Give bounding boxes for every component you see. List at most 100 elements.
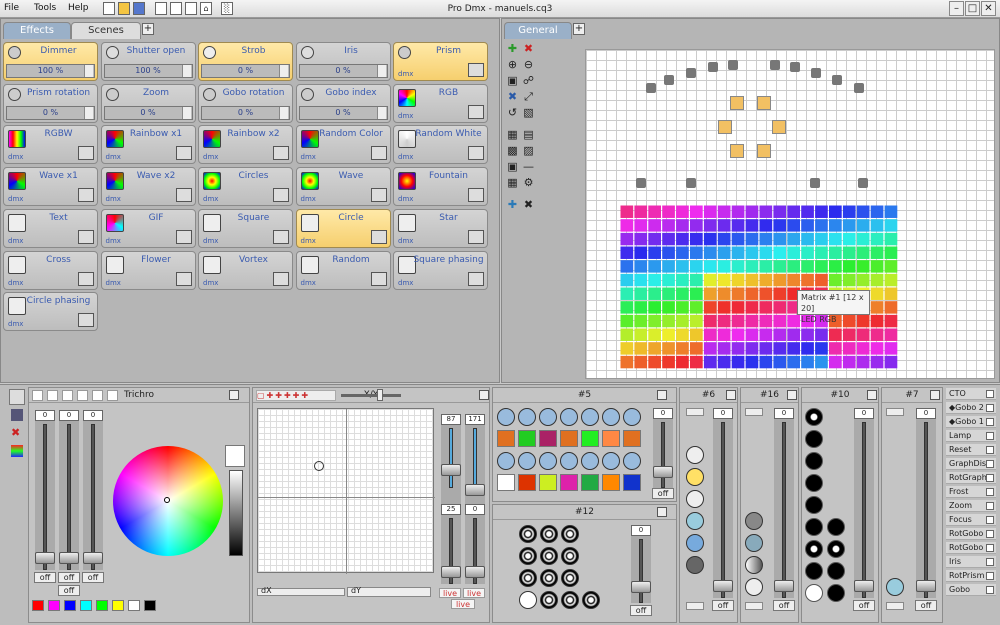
moving-head-fixture[interactable] bbox=[770, 60, 780, 70]
effect-level-bar[interactable]: 100 % bbox=[103, 64, 193, 78]
gobo-icon[interactable] bbox=[805, 408, 823, 426]
close-button[interactable]: ✕ bbox=[981, 1, 996, 16]
color-swatch[interactable] bbox=[581, 474, 599, 491]
gobo2-fader[interactable]: 0 bbox=[854, 408, 874, 598]
effect-level-bar[interactable]: 0 % bbox=[201, 105, 290, 120]
channel-checkbox[interactable] bbox=[986, 572, 994, 580]
effect-card[interactable]: Text dmx bbox=[3, 208, 98, 248]
effect-level-knob[interactable] bbox=[181, 65, 191, 77]
channel-item[interactable]: Lamp bbox=[946, 430, 996, 442]
wheel-cursor[interactable] bbox=[164, 497, 170, 503]
stage-canvas[interactable]: Matrix #1 [12 x 20] LED RGB bbox=[585, 49, 995, 379]
effect-card[interactable]: Flower dmx bbox=[100, 250, 196, 290]
effect-settings-icon[interactable] bbox=[468, 63, 484, 77]
effect-card[interactable]: Cross dmx bbox=[3, 250, 98, 290]
effect-card[interactable]: Fountain dmx bbox=[393, 167, 488, 207]
gobo-value[interactable]: 0 bbox=[631, 525, 651, 536]
channel-checkbox[interactable] bbox=[986, 404, 994, 412]
preset-slot[interactable] bbox=[77, 390, 88, 401]
matrix-icon[interactable]: ▦ bbox=[506, 177, 519, 190]
effect-level-bar[interactable]: 0 % bbox=[201, 64, 290, 78]
spot-fixture[interactable] bbox=[757, 144, 771, 158]
channel-item[interactable]: ◆Gobo 1 bbox=[946, 416, 996, 428]
brightness-slider[interactable] bbox=[229, 470, 243, 556]
xy-pad[interactable] bbox=[257, 408, 435, 574]
effect-settings-icon[interactable] bbox=[175, 188, 192, 203]
help-icon[interactable] bbox=[602, 452, 620, 470]
channel-checkbox[interactable] bbox=[986, 460, 994, 468]
gobo-icon[interactable] bbox=[582, 591, 600, 609]
effect-settings-icon[interactable] bbox=[78, 271, 94, 286]
effect-card[interactable]: Prism dmx bbox=[393, 42, 488, 81]
ungroup-icon[interactable]: ▨ bbox=[522, 145, 535, 158]
section-menu[interactable] bbox=[867, 390, 877, 400]
help-icon[interactable] bbox=[497, 408, 515, 426]
effect-card[interactable]: Square phasing dmx bbox=[393, 250, 488, 290]
preset-slot[interactable] bbox=[47, 390, 58, 401]
gobo-icon[interactable] bbox=[561, 547, 579, 565]
line-icon[interactable]: — bbox=[522, 161, 535, 174]
channel-item[interactable]: RotGobo 1 bbox=[946, 528, 996, 540]
help-icon[interactable] bbox=[539, 408, 557, 426]
effect-settings-icon[interactable] bbox=[370, 188, 387, 203]
blue-fader[interactable]: 0 bbox=[83, 410, 103, 570]
moving-head-fixture[interactable] bbox=[664, 75, 674, 85]
effect-card[interactable]: Vortex dmx bbox=[198, 250, 293, 290]
effect-level-bar[interactable]: 100 % bbox=[6, 64, 95, 78]
effect-level-knob[interactable] bbox=[84, 106, 93, 119]
channel-checkbox[interactable] bbox=[986, 488, 994, 496]
iris-fader[interactable]: 0 bbox=[916, 408, 936, 598]
color-swatch[interactable] bbox=[623, 430, 641, 447]
y-fader[interactable]: 171 0 bbox=[465, 414, 485, 584]
led-matrix[interactable] bbox=[620, 205, 898, 369]
section-menu[interactable] bbox=[657, 390, 667, 400]
xy-tool-strip[interactable]: ▢✚✚✚✚✚ bbox=[256, 390, 336, 401]
gobo-icon[interactable] bbox=[540, 569, 558, 587]
channel-checkbox[interactable] bbox=[986, 558, 994, 566]
color-fader[interactable]: 0 bbox=[653, 408, 673, 488]
effect-settings-icon[interactable] bbox=[273, 271, 289, 286]
color-swatch[interactable] bbox=[539, 474, 557, 491]
gobo-icon[interactable] bbox=[805, 540, 823, 558]
move-icon[interactable]: ✖ bbox=[506, 91, 519, 104]
green-fader[interactable]: 0 bbox=[59, 410, 79, 570]
scroll-down[interactable] bbox=[745, 602, 763, 610]
color-off-button[interactable]: off bbox=[652, 488, 674, 499]
xy-crosshair-icon[interactable] bbox=[314, 461, 324, 471]
maximize-button[interactable]: □ bbox=[965, 1, 980, 16]
moving-head-fixture[interactable] bbox=[728, 60, 738, 70]
effect-card[interactable]: Circle dmx bbox=[295, 208, 391, 248]
effect-settings-icon[interactable] bbox=[370, 146, 387, 161]
help-icon[interactable] bbox=[539, 452, 557, 470]
help-icon[interactable] bbox=[518, 452, 536, 470]
color-swatch[interactable] bbox=[539, 430, 557, 447]
color-swatch[interactable] bbox=[518, 474, 536, 491]
add-fixture-icon[interactable]: ✚ bbox=[506, 43, 519, 56]
gobo2-off-button[interactable]: off bbox=[853, 600, 875, 611]
gobo-icon[interactable] bbox=[519, 591, 537, 609]
red-fader[interactable]: 0 bbox=[35, 410, 55, 570]
channel-checkbox[interactable] bbox=[986, 418, 994, 426]
section-menu[interactable] bbox=[930, 390, 940, 400]
effect-card[interactable]: Zoom 0 % bbox=[100, 83, 196, 123]
gobo-icon[interactable] bbox=[561, 525, 579, 543]
effect-card[interactable]: RGBW dmx bbox=[3, 125, 98, 165]
shutter-open-icon[interactable] bbox=[686, 446, 704, 464]
help-icon[interactable] bbox=[623, 452, 641, 470]
effect-settings-icon[interactable] bbox=[175, 146, 192, 161]
gobo-icon[interactable] bbox=[827, 562, 845, 580]
palette-swatch[interactable] bbox=[96, 600, 108, 611]
prism-icon[interactable] bbox=[745, 512, 763, 530]
color-swatch[interactable] bbox=[602, 474, 620, 491]
channel-item[interactable]: Iris bbox=[946, 556, 996, 568]
gobo-icon[interactable] bbox=[827, 584, 845, 602]
channel-item[interactable]: Gobo bbox=[946, 584, 996, 596]
section-menu[interactable] bbox=[479, 390, 489, 400]
help-icon[interactable] bbox=[745, 534, 763, 552]
color-swatch[interactable] bbox=[497, 430, 515, 447]
zoom-out-icon[interactable]: ⊖ bbox=[522, 59, 535, 72]
effect-card[interactable]: Star dmx bbox=[393, 208, 488, 248]
moving-head-fixture[interactable] bbox=[810, 178, 820, 188]
channel-item[interactable]: RotGraphD bbox=[946, 472, 996, 484]
channel-checkbox[interactable] bbox=[986, 432, 994, 440]
